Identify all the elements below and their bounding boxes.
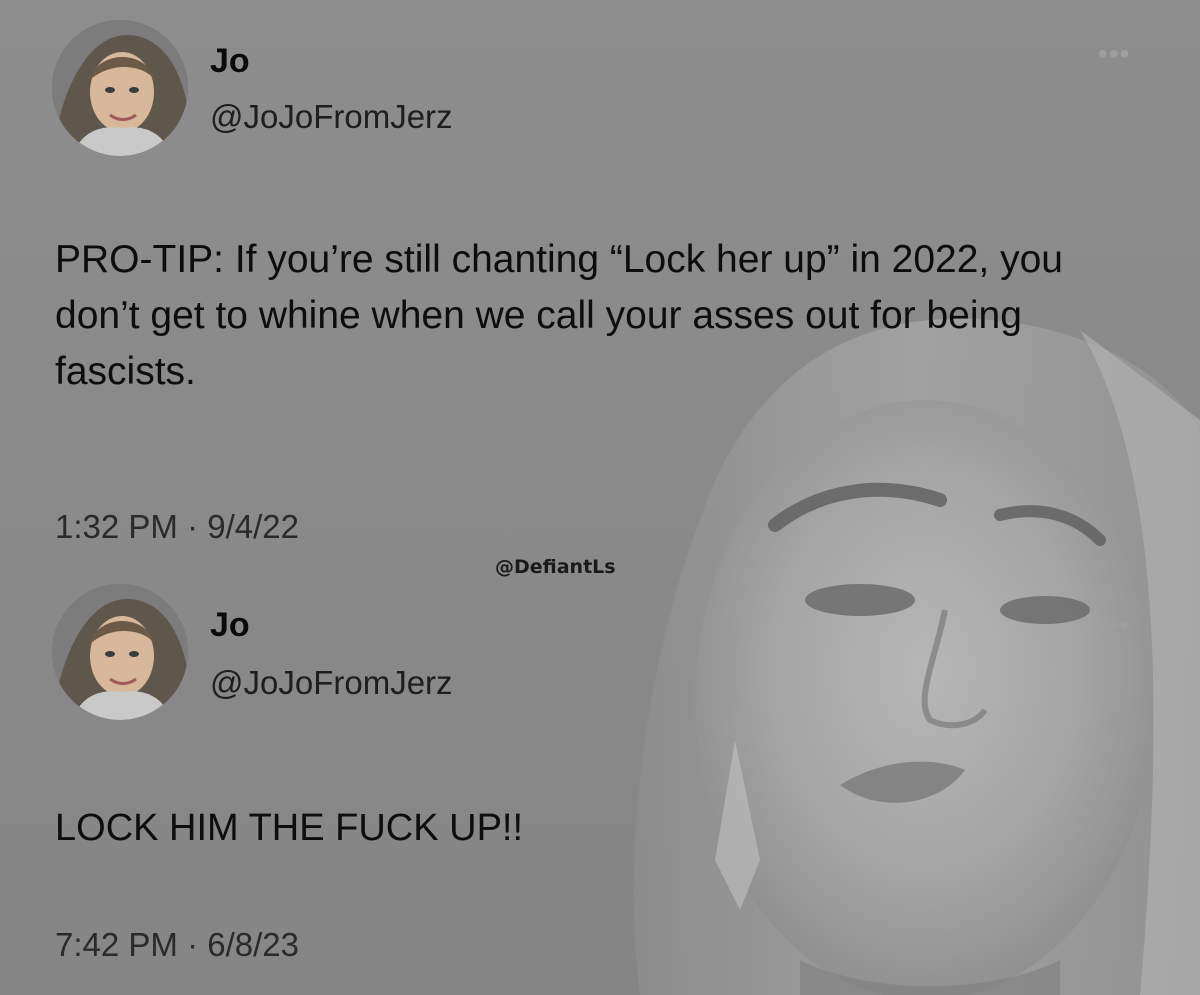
more-options-icon[interactable]: •••: [1098, 38, 1130, 70]
tweet-card-1: Jo @JoJoFromJerz ••• PRO-TIP: If you’re …: [0, 0, 1200, 580]
display-name[interactable]: Jo: [210, 606, 250, 645]
avatar[interactable]: [52, 584, 188, 720]
screenshot-canvas: Jo @JoJoFromJerz ••• PRO-TIP: If you’re …: [0, 0, 1200, 995]
user-handle[interactable]: @JoJoFromJerz: [210, 98, 453, 136]
tweet-text: LOCK HIM THE FUCK UP!!: [55, 807, 524, 849]
avatar-portrait-icon: [52, 584, 188, 720]
tweet-timestamp[interactable]: 7:42 PM · 6/8/23: [55, 926, 299, 964]
avatar[interactable]: [52, 20, 188, 156]
display-name[interactable]: Jo: [210, 42, 250, 81]
tweet-card-2: Jo @JoJoFromJerz ••• LOCK HIM THE FUCK U…: [0, 580, 1200, 995]
tweet-text: PRO-TIP: If you’re still chanting “Lock …: [55, 238, 1063, 393]
watermark: @DefiantLs: [495, 556, 616, 578]
more-options-icon[interactable]: •••: [1098, 610, 1130, 642]
tweet-timestamp[interactable]: 1:32 PM · 9/4/22: [55, 508, 299, 546]
avatar-portrait-icon: [52, 20, 188, 156]
user-handle[interactable]: @JoJoFromJerz: [210, 664, 453, 702]
